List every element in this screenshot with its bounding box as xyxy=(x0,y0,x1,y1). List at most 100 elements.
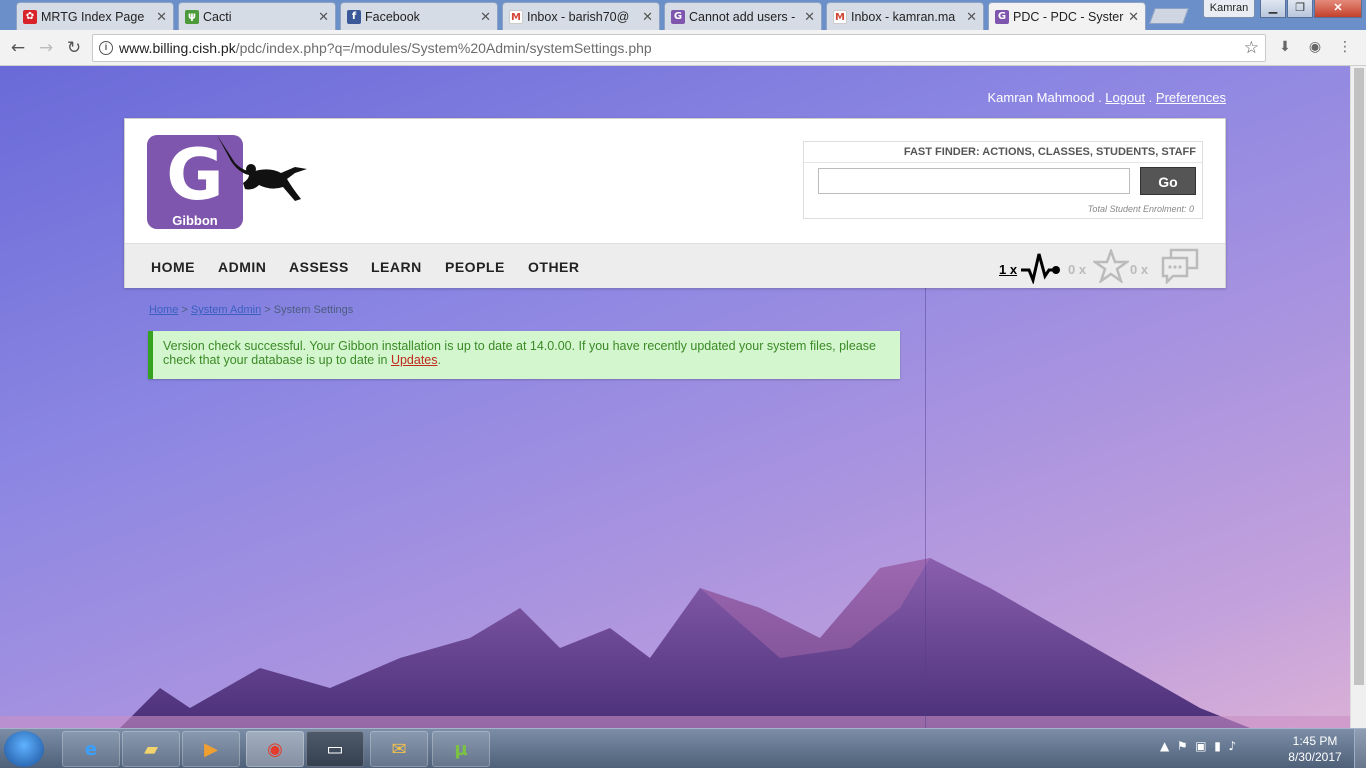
cacti-icon: ψ xyxy=(185,10,199,24)
start-button[interactable] xyxy=(4,731,44,767)
bookmark-star-icon[interactable]: ☆ xyxy=(1244,35,1259,61)
close-icon[interactable]: ✕ xyxy=(156,9,167,25)
close-window-button[interactable]: ✕ xyxy=(1314,0,1362,18)
breadcrumb-home[interactable]: Home xyxy=(149,304,178,316)
breadcrumb-separator: > xyxy=(264,304,271,316)
tab-inbox-barish[interactable]: M Inbox - barish70@ ✕ xyxy=(502,2,660,30)
utorrent-icon[interactable]: µ xyxy=(432,731,490,767)
divider xyxy=(804,162,1202,163)
messages-icon[interactable] xyxy=(1161,248,1199,284)
breadcrumb-separator: > xyxy=(181,304,188,316)
close-icon[interactable]: ✕ xyxy=(318,9,329,25)
likes-count[interactable]: 0 x xyxy=(1068,262,1086,277)
breadcrumb: Home > System Admin > System Settings xyxy=(149,304,353,316)
forward-icon[interactable]: → xyxy=(34,36,58,60)
download-extension-icon[interactable]: ⬇ xyxy=(1276,38,1294,56)
success-alert: Version check successful. Your Gibbon in… xyxy=(148,331,900,379)
back-icon[interactable]: ← xyxy=(6,36,30,60)
profile-badge[interactable]: Kamran xyxy=(1203,0,1255,18)
tab-title: Cannot add users - xyxy=(689,9,796,24)
gibbon-monkey-icon xyxy=(217,135,307,201)
huawei-icon: ✿ xyxy=(23,10,37,24)
tab-title: Facebook xyxy=(365,9,420,24)
outlook-icon[interactable]: ✉ xyxy=(370,731,428,767)
tab-cacti[interactable]: ψ Cacti ✕ xyxy=(178,2,336,30)
chrome-icon[interactable]: ◉ xyxy=(246,731,304,767)
reload-icon[interactable]: ↻ xyxy=(62,36,86,60)
tab-facebook[interactable]: f Facebook ✕ xyxy=(340,2,498,30)
menu-home[interactable]: HOME xyxy=(151,259,195,275)
close-icon[interactable]: ✕ xyxy=(966,9,977,25)
new-tab-button[interactable] xyxy=(1149,8,1189,24)
menu-assess[interactable]: ASSESS xyxy=(289,259,349,275)
browser-toolbar: ← → ↻ i www.billing.cish.pk/pdc/index.ph… xyxy=(0,30,1366,66)
user-name: Kamran Mahmood xyxy=(987,90,1095,105)
fast-finder-title: FAST FINDER: ACTIONS, CLASSES, STUDENTS,… xyxy=(903,146,1196,158)
go-button[interactable]: Go xyxy=(1140,167,1196,195)
close-icon[interactable]: ✕ xyxy=(480,9,491,25)
url-host: www.billing.cish.pk xyxy=(119,40,236,56)
fast-finder: FAST FINDER: ACTIONS, CLASSES, STUDENTS,… xyxy=(803,141,1203,219)
breadcrumb-system-admin[interactable]: System Admin xyxy=(191,304,261,316)
alert-message: Version check successful. Your Gibbon in… xyxy=(163,339,876,367)
browser-tab-strip: ✿ MRTG Index Page ✕ ψ Cacti ✕ f Facebook… xyxy=(0,0,1366,30)
gmail-icon: M xyxy=(833,10,847,24)
scrollbar-thumb[interactable] xyxy=(1354,68,1364,685)
gmail-icon: M xyxy=(509,10,523,24)
alert-end: . xyxy=(437,353,441,367)
menu-learn[interactable]: LEARN xyxy=(371,259,422,275)
tab-title: Inbox - kamran.ma xyxy=(851,9,956,24)
logo-word: Gibbon xyxy=(172,213,218,228)
menu-icon[interactable]: ⋮ xyxy=(1336,38,1354,56)
gibbon-icon: G xyxy=(995,10,1009,24)
tab-mrtg[interactable]: ✿ MRTG Index Page ✕ xyxy=(16,2,174,30)
show-desktop-button[interactable] xyxy=(1354,729,1366,768)
tab-pdc-system-settings[interactable]: G PDC - PDC - Syster ✕ xyxy=(988,2,1146,30)
user-links: Kamran Mahmood . Logout . Preferences xyxy=(987,90,1227,105)
close-icon[interactable]: ✕ xyxy=(1128,9,1139,25)
info-icon[interactable]: i xyxy=(99,41,113,55)
menu-people[interactable]: PEOPLE xyxy=(445,259,505,275)
star-icon[interactable] xyxy=(1093,249,1129,283)
logout-link[interactable]: Logout xyxy=(1105,90,1145,105)
file-explorer-icon[interactable]: ▰ xyxy=(122,731,180,767)
command-prompt-icon[interactable]: ▭ xyxy=(306,731,364,767)
fast-finder-input[interactable] xyxy=(818,168,1130,194)
main-menu: HOME ADMIN ASSESS LEARN PEOPLE OTHER 1 x… xyxy=(125,243,1225,288)
internet-explorer-icon[interactable]: e xyxy=(62,731,120,767)
alarm-count[interactable]: 1 x xyxy=(999,262,1017,277)
url-path: /pdc/index.php?q=/modules/System%20Admin… xyxy=(235,40,652,56)
tab-title: Cacti xyxy=(203,9,232,24)
page-viewport: Kamran Mahmood . Logout . Preferences G … xyxy=(0,66,1350,728)
menu-other[interactable]: OTHER xyxy=(528,259,580,275)
divider-line xyxy=(925,288,926,728)
preferences-link[interactable]: Preferences xyxy=(1156,90,1226,105)
vertical-scrollbar[interactable] xyxy=(1350,66,1366,728)
mountain-background xyxy=(0,558,1350,728)
menu-admin[interactable]: ADMIN xyxy=(218,259,266,275)
camera-extension-icon[interactable]: ◉ xyxy=(1306,38,1324,56)
close-icon[interactable]: ✕ xyxy=(642,9,653,25)
facebook-icon: f xyxy=(347,10,361,24)
clock-date: 8/30/2017 xyxy=(1288,750,1342,764)
tab-title: PDC - PDC - Syster xyxy=(1013,9,1124,24)
enrolment-total: Total Student Enrolment: 0 xyxy=(1087,204,1194,214)
minimize-button[interactable]: ▁ xyxy=(1260,0,1286,18)
heartbeat-icon[interactable] xyxy=(1021,250,1061,284)
windows-taskbar: e ▰ ▶ ◉ ▭ ✉ µ ▲ ⚑ ▣ ▮ ♪ 1:45 PM 8/30/201… xyxy=(0,728,1366,768)
close-icon[interactable]: ✕ xyxy=(804,9,815,25)
messages-count[interactable]: 0 x xyxy=(1130,262,1148,277)
maximize-button[interactable]: ❐ xyxy=(1287,0,1313,18)
gibbon-icon: G xyxy=(671,10,685,24)
system-tray-icons[interactable]: ▲ ⚑ ▣ ▮ ♪ xyxy=(1160,739,1236,753)
tab-cannot-add-users[interactable]: G Cannot add users - ✕ xyxy=(664,2,822,30)
breadcrumb-current: System Settings xyxy=(273,304,354,316)
site-header: G Gibbon FAST FINDER: ACTIONS, CLASSES, … xyxy=(124,118,1226,288)
clock-time: 1:45 PM xyxy=(1292,734,1338,748)
media-player-icon[interactable]: ▶ xyxy=(182,731,240,767)
taskbar-clock[interactable]: 1:45 PM 8/30/2017 xyxy=(1280,733,1350,765)
tab-title: Inbox - barish70@ xyxy=(527,9,630,24)
address-bar[interactable]: i www.billing.cish.pk/pdc/index.php?q=/m… xyxy=(92,34,1266,62)
updates-link[interactable]: Updates xyxy=(391,353,438,367)
tab-inbox-kamran[interactable]: M Inbox - kamran.ma ✕ xyxy=(826,2,984,30)
